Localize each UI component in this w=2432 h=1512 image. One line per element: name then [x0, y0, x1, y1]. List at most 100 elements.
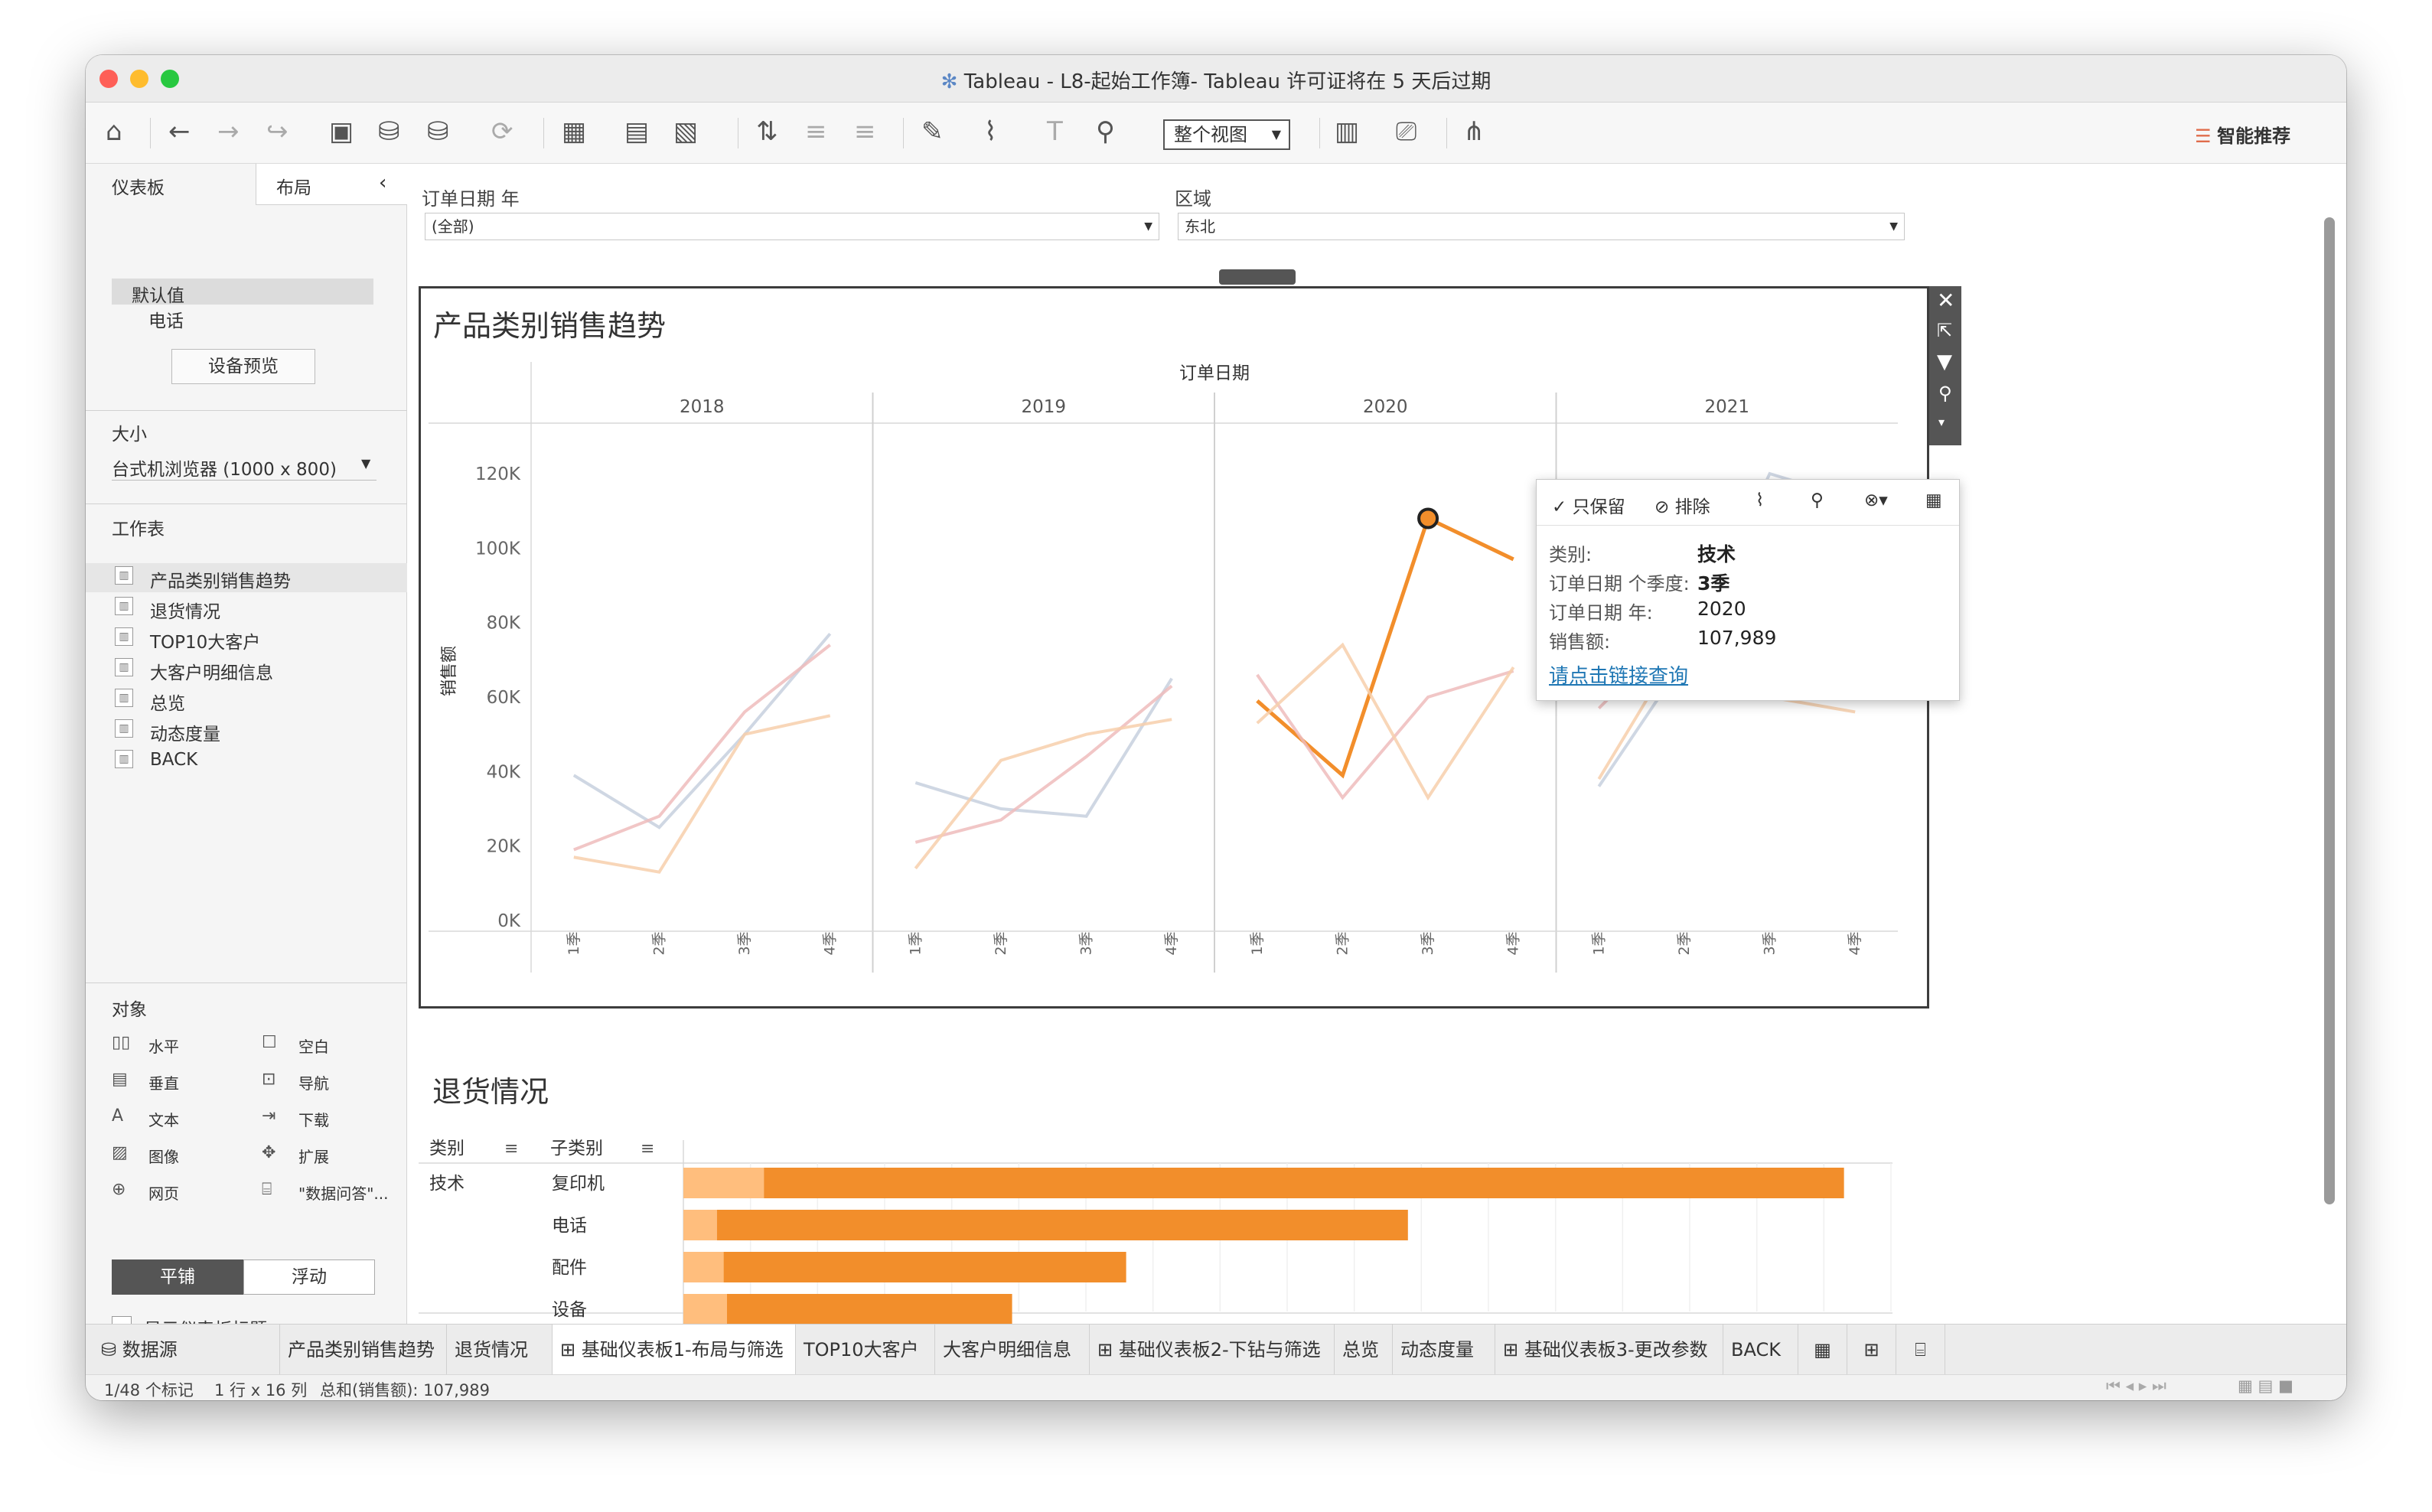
size-select[interactable]: 台式机浏览器 (1000 x 800) ▼: [112, 450, 377, 481]
show-me-icon[interactable]: ▥: [1335, 115, 1359, 148]
save-icon[interactable]: ▣: [329, 115, 354, 148]
refresh-icon[interactable]: ⟳: [491, 115, 513, 148]
device-phone[interactable]: 电话: [148, 306, 184, 332]
use-as-filter-icon[interactable]: ▼: [1937, 350, 1952, 373]
new-datasource-icon[interactable]: ⛁: [378, 115, 400, 148]
bar-segment-light[interactable]: [683, 1252, 724, 1282]
sort-asc-icon[interactable]: ≡: [805, 115, 827, 148]
series-line[interactable]: [573, 644, 831, 852]
pause-updates-icon[interactable]: ⛁: [427, 115, 449, 148]
category-label[interactable]: 技术: [429, 1174, 465, 1194]
grid-view-icon[interactable]: ▦ ▤ ■: [2238, 1377, 2293, 1395]
go-to-sheet-icon[interactable]: ⇱: [1937, 320, 1952, 341]
sheet-tab[interactable]: BACK: [1723, 1325, 1798, 1375]
new-worksheet-icon[interactable]: ▦: [1798, 1325, 1847, 1375]
sheet-tab[interactable]: 大客户明细信息: [935, 1325, 1090, 1375]
layout-tiled-button[interactable]: 平铺: [112, 1259, 243, 1295]
new-dashboard-icon[interactable]: ⊞: [1847, 1325, 1896, 1375]
text-label-icon[interactable]: T: [1047, 115, 1063, 148]
share-icon[interactable]: ⋔: [1463, 115, 1485, 148]
home-icon[interactable]: ⌂: [106, 115, 122, 148]
object-item[interactable]: ⇥ 下载: [262, 1103, 407, 1134]
sort-icon[interactable]: ≡: [504, 1139, 518, 1158]
sheet-item[interactable]: ▥ BACK: [86, 747, 407, 776]
more-options-icon[interactable]: ▾: [1938, 415, 1945, 429]
bar-segment-light[interactable]: [683, 1294, 727, 1325]
sort-icon[interactable]: ≡: [641, 1139, 654, 1158]
undo-icon[interactable]: ←: [168, 115, 191, 148]
smart-recommend-button[interactable]: ☰ 智能推荐: [2195, 121, 2290, 152]
series-line[interactable]: [1256, 515, 1514, 779]
sheet-tab[interactable]: 总览: [1335, 1325, 1393, 1375]
exclude-button[interactable]: ⊘ 排除: [1654, 492, 1710, 518]
subcategory-label[interactable]: 复印机: [552, 1174, 605, 1194]
tab-dashboard[interactable]: 仪表板: [86, 164, 256, 205]
object-item[interactable]: ▨ 图像: [112, 1140, 257, 1171]
bar-segment-light[interactable]: [683, 1168, 764, 1198]
subcategory-label[interactable]: 电话: [552, 1216, 587, 1236]
tooltip-link[interactable]: 请点击链接查询: [1549, 660, 1688, 689]
device-preview-button[interactable]: 设备预览: [171, 349, 315, 384]
col-header-subcategory[interactable]: 子类别: [550, 1139, 603, 1158]
sheet-item[interactable]: ▥ 大客户明细信息: [86, 655, 407, 684]
sheet-tab[interactable]: TOP10大客户: [796, 1325, 935, 1375]
collapse-panel-icon[interactable]: ‹: [379, 171, 386, 194]
sheet-tab[interactable]: 退货情况: [447, 1325, 553, 1375]
sheet-tab[interactable]: ⛁ 数据源: [86, 1325, 280, 1375]
sheet-tab[interactable]: ⊞ 基础仪表板1-布局与筛选: [553, 1325, 796, 1375]
view-size-select[interactable]: 整个视图 ▼: [1163, 119, 1290, 150]
fix-axes-icon[interactable]: ⚲: [1096, 115, 1115, 148]
layout-floating-button[interactable]: 浮动: [243, 1259, 375, 1295]
redo-icon[interactable]: →: [217, 115, 240, 148]
sheet-tab[interactable]: 动态度量: [1393, 1325, 1495, 1375]
region-filter-select[interactable]: 东北 ▼: [1178, 213, 1905, 240]
tab-layout[interactable]: 布局 ‹: [256, 164, 407, 205]
new-worksheet-icon[interactable]: ▦: [562, 115, 586, 148]
bar-segment-light[interactable]: [683, 1210, 717, 1240]
presentation-icon[interactable]: ⎚: [1396, 115, 1416, 148]
device-default[interactable]: 默认值: [112, 279, 373, 306]
sheet-item[interactable]: ▥ 退货情况: [86, 594, 407, 623]
object-item[interactable]: A 文本: [112, 1103, 257, 1134]
link-icon[interactable]: ⊗▾: [1864, 490, 1888, 510]
group-icon[interactable]: ⌇: [984, 115, 997, 148]
series-line[interactable]: [1256, 642, 1515, 801]
col-header-category[interactable]: 类别: [429, 1139, 465, 1158]
replay-icon[interactable]: ↪: [266, 115, 289, 148]
duplicate-sheet-icon[interactable]: ▤: [624, 115, 649, 148]
first-page-icon[interactable]: ⏮ ◂ ▸ ⏭: [2106, 1377, 2166, 1396]
keep-only-button[interactable]: ✓ 只保留: [1552, 492, 1625, 518]
sort-desc-icon[interactable]: ≡: [854, 115, 876, 148]
pin-icon[interactable]: ⚲: [1938, 383, 1952, 404]
bar-segment[interactable]: [716, 1210, 1408, 1240]
new-story-icon[interactable]: ⌸: [1896, 1325, 1945, 1375]
sheet-item[interactable]: ▥ 总览: [86, 686, 407, 715]
series-line[interactable]: [572, 632, 832, 829]
series-line[interactable]: [573, 714, 831, 874]
group-members-icon[interactable]: ⌇: [1756, 490, 1764, 510]
selected-data-point[interactable]: [1417, 507, 1439, 530]
sheet-item[interactable]: ▥ 动态度量: [86, 716, 407, 745]
clear-sheet-icon[interactable]: ▧: [673, 115, 698, 148]
sheet-item[interactable]: ▥ 产品类别销售趋势: [86, 563, 407, 592]
drag-handle[interactable]: [1219, 269, 1296, 285]
swap-icon[interactable]: ⇅: [756, 115, 778, 148]
object-item[interactable]: ▤ 垂直: [112, 1067, 257, 1097]
object-item[interactable]: ⊕ 网页: [112, 1177, 257, 1207]
sheet-tab[interactable]: ⊞ 基础仪表板3-更改参数: [1495, 1325, 1723, 1375]
bar-segment[interactable]: [726, 1294, 1012, 1325]
sheet-item[interactable]: ▥ TOP10大客户: [86, 624, 407, 653]
bar-segment[interactable]: [723, 1252, 1126, 1282]
object-item[interactable]: ▯▯ 水平: [112, 1030, 257, 1061]
subcategory-label[interactable]: 配件: [552, 1258, 587, 1278]
subcategory-label[interactable]: 设备: [552, 1300, 587, 1320]
view-data-icon[interactable]: ▦: [1925, 490, 1942, 510]
object-item[interactable]: ⌸ "数据问答"...: [262, 1177, 407, 1207]
vertical-scrollbar[interactable]: [2324, 217, 2335, 1204]
object-item[interactable]: ✥ 扩展: [262, 1140, 407, 1171]
object-item[interactable]: ⊡ 导航: [262, 1067, 407, 1097]
object-item[interactable]: ☐ 空白: [262, 1030, 407, 1061]
highlight-icon[interactable]: ✎: [921, 115, 944, 148]
sheet-tab[interactable]: 产品类别销售趋势: [280, 1325, 447, 1375]
create-set-icon[interactable]: ⚲: [1811, 490, 1824, 510]
